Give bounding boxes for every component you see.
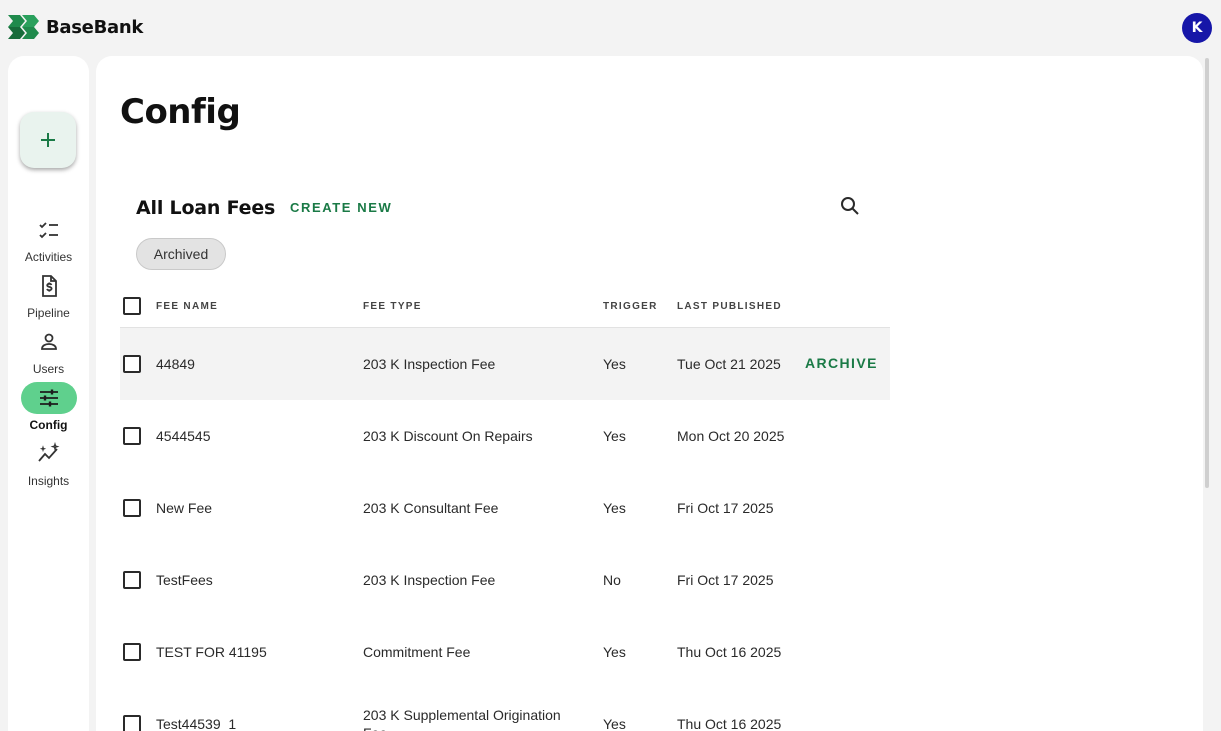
fee-type: 203 K Consultant Fee (363, 500, 499, 516)
table-row[interactable]: 4544545 203 K Discount On Repairs Yes Mo… (120, 400, 890, 472)
fee-last-published: Tue Oct 21 2025 (677, 356, 781, 372)
fee-type: 203 K Inspection Fee (363, 356, 496, 372)
top-bar: BaseBank K (0, 0, 1221, 56)
vertical-scrollbar[interactable] (1205, 58, 1209, 488)
fee-trigger: Yes (603, 356, 626, 372)
page-title: Config (120, 92, 241, 132)
fee-name: 4544545 (156, 428, 211, 444)
plus-icon (41, 133, 55, 147)
row-checkbox[interactable] (123, 571, 141, 589)
sidebar-item-users[interactable]: Users (8, 326, 89, 376)
sidebar: Activities Pipeline Users Config Insight… (8, 56, 89, 731)
sidebar-item-config[interactable]: Config (8, 382, 89, 432)
column-header-fee-name[interactable]: FEE NAME (156, 301, 218, 312)
fee-last-published: Fri Oct 17 2025 (677, 500, 774, 516)
table-row[interactable]: Test44539_1 203 K Supplemental Originati… (120, 688, 890, 731)
column-header-fee-type[interactable]: FEE TYPE (363, 301, 422, 312)
fee-last-published: Fri Oct 17 2025 (677, 572, 774, 588)
checklist-icon (21, 214, 77, 246)
sliders-icon (20, 382, 77, 414)
fee-name: TEST FOR 41195 (156, 644, 267, 660)
sidebar-item-label: Activities (24, 250, 73, 264)
column-header-trigger[interactable]: TRIGGER (603, 301, 658, 312)
fee-last-published: Thu Oct 16 2025 (677, 644, 782, 660)
table-row[interactable]: New Fee 203 K Consultant Fee Yes Fri Oct… (120, 472, 890, 544)
sidebar-item-activities[interactable]: Activities (8, 214, 89, 264)
fee-trigger: Yes (603, 644, 626, 660)
brand[interactable]: BaseBank (8, 15, 143, 39)
fee-type: 203 K Supplemental Origination Fee (363, 707, 561, 731)
archive-button[interactable]: ARCHIVE (805, 355, 878, 371)
row-checkbox[interactable] (123, 355, 141, 373)
table-row[interactable]: TestFees 203 K Inspection Fee No Fri Oct… (120, 544, 890, 616)
row-checkbox[interactable] (123, 643, 141, 661)
fee-trigger: Yes (603, 500, 626, 516)
sidebar-item-label: Config (29, 418, 68, 432)
fee-trigger: Yes (603, 428, 626, 444)
sidebar-item-label: Users (32, 362, 65, 376)
sidebar-item-pipeline[interactable]: Pipeline (8, 270, 89, 320)
brand-name: BaseBank (46, 16, 144, 38)
table-header: FEE NAME FEE TYPE TRIGGER LAST PUBLISHED (120, 286, 890, 328)
fee-trigger: No (603, 572, 621, 588)
fee-name: New Fee (156, 500, 213, 516)
search-button[interactable] (838, 194, 862, 218)
row-checkbox[interactable] (123, 427, 141, 445)
sidebar-item-label: Insights (27, 474, 70, 488)
table-row[interactable]: 44849 203 K Inspection Fee Yes Tue Oct 2… (120, 328, 890, 400)
user-avatar[interactable]: K (1182, 13, 1212, 43)
section-title: All Loan Fees (136, 197, 276, 219)
select-all-checkbox[interactable] (123, 297, 141, 315)
sidebar-item-insights[interactable]: Insights (8, 438, 89, 488)
basebank-logo-icon (8, 15, 39, 39)
dollar-document-icon (21, 270, 77, 302)
fee-last-published: Thu Oct 16 2025 (677, 716, 782, 731)
person-icon (21, 326, 77, 358)
trend-sparkle-icon (21, 438, 77, 470)
column-header-last-published[interactable]: LAST PUBLISHED (677, 301, 782, 312)
row-checkbox[interactable] (123, 499, 141, 517)
create-new-button[interactable]: CREATE NEW (290, 200, 392, 215)
main-panel: Config All Loan Fees CREATE NEW Archived… (96, 56, 1203, 731)
create-fab-button[interactable] (20, 112, 76, 168)
fee-type: 203 K Inspection Fee (363, 572, 496, 588)
fee-name: TestFees (156, 572, 213, 588)
table-row[interactable]: TEST FOR 41195 Commitment Fee Yes Thu Oc… (120, 616, 890, 688)
archived-filter-chip[interactable]: Archived (136, 238, 226, 270)
fee-trigger: Yes (603, 716, 626, 731)
fee-last-published: Mon Oct 20 2025 (677, 428, 785, 444)
fee-name: Test44539_1 (156, 716, 237, 731)
fee-type: 203 K Discount On Repairs (363, 428, 533, 444)
row-checkbox[interactable] (123, 715, 141, 731)
fee-type: Commitment Fee (363, 644, 471, 660)
loan-fees-table: FEE NAME FEE TYPE TRIGGER LAST PUBLISHED… (120, 286, 890, 731)
search-icon (841, 197, 859, 215)
sidebar-item-label: Pipeline (27, 306, 70, 320)
fee-name: 44849 (156, 356, 195, 372)
